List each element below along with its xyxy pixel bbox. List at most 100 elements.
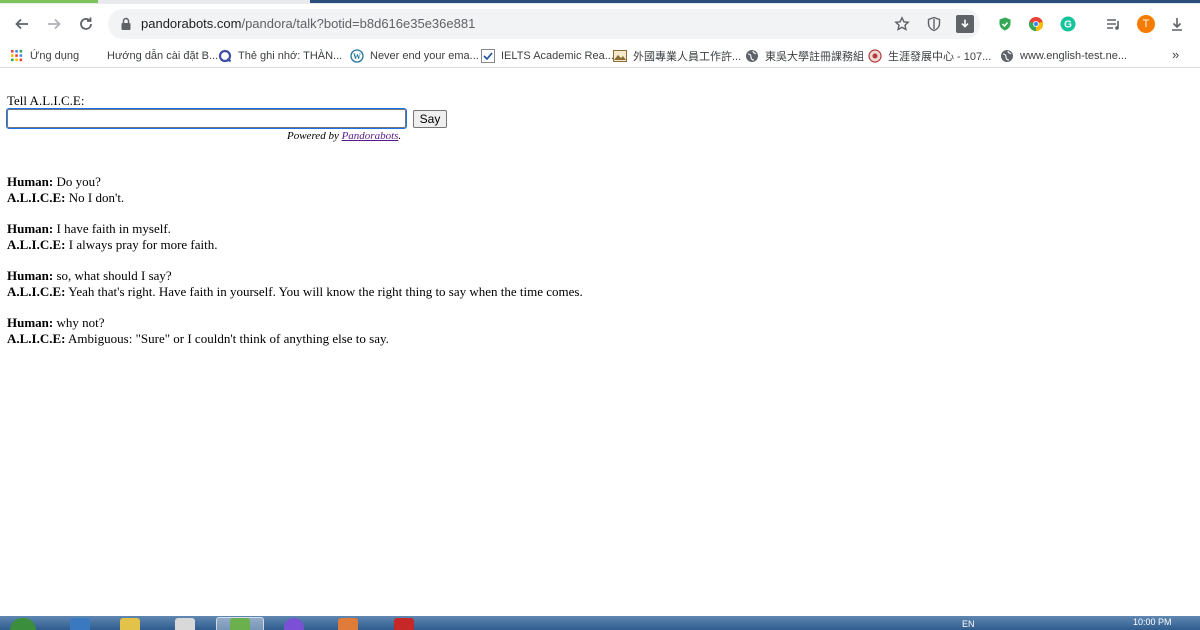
- media-queue-icon[interactable]: [1104, 15, 1122, 33]
- tab-accent-left: [0, 0, 98, 3]
- bookmark-label: 東吳大學註冊課務組: [765, 51, 864, 63]
- bookmark-star-icon[interactable]: [893, 15, 911, 33]
- taskbar-app-icon[interactable]: [175, 618, 195, 630]
- lock-icon: [121, 17, 131, 30]
- bot-message: A.L.I.C.E: Yeah that's right. Have faith…: [7, 284, 583, 300]
- arrow-right-icon: [48, 18, 61, 30]
- human-text: so, what should I say?: [53, 268, 172, 283]
- clock[interactable]: 10:00 PM: [1133, 617, 1172, 627]
- taskbar-app-icon[interactable]: [230, 618, 250, 630]
- bookmark-item[interactable]: IELTS Academic Rea...: [481, 47, 614, 65]
- page-content: Tell A.L.I.C.E: Say Powered by Pandorabo…: [0, 69, 1200, 616]
- url-text: pandorabots.com/pandora/talk?botid=b8d61…: [141, 16, 475, 31]
- exchange: Human: why not? A.L.I.C.E: Ambiguous: "S…: [7, 315, 583, 347]
- globe-icon: [745, 49, 759, 63]
- human-text: why not?: [53, 315, 105, 330]
- human-label: Human:: [7, 174, 54, 189]
- bot-label: A.L.I.C.E:: [7, 237, 66, 252]
- image-icon: [613, 49, 627, 63]
- apps-grid-icon: [10, 49, 24, 63]
- reload-icon: [80, 17, 92, 30]
- adblock-shield-icon[interactable]: [996, 15, 1014, 33]
- taskbar-app-icon[interactable]: [284, 618, 304, 630]
- powered-by: Powered by Pandorabots.: [287, 130, 401, 142]
- forward-button[interactable]: [40, 10, 68, 38]
- message-input[interactable]: [6, 108, 407, 129]
- bookmark-label: IELTS Academic Rea...: [501, 50, 614, 62]
- taskbar-folder-icon[interactable]: [120, 618, 140, 630]
- bot-text: I always pray for more faith.: [65, 237, 218, 252]
- bot-text: No I don't.: [65, 190, 125, 205]
- back-button[interactable]: [8, 10, 36, 38]
- bookmark-label: www.english-test.ne...: [1020, 50, 1127, 62]
- seal-icon: [868, 49, 882, 63]
- chrome-extension-icon[interactable]: [1027, 15, 1045, 33]
- human-message: Human: Do you?: [7, 174, 583, 190]
- tell-alice-label: Tell A.L.I.C.E:: [7, 93, 85, 108]
- bookmark-item[interactable]: Hướng dẫn cài đặt B...: [107, 47, 218, 65]
- browser-toolbar: pandorabots.com/pandora/talk?botid=b8d61…: [0, 4, 1200, 44]
- bookmark-item[interactable]: 外國專業人員工作許...: [613, 47, 741, 65]
- human-label: Human:: [7, 268, 54, 283]
- bookmark-apps[interactable]: Ứng dụng: [10, 47, 79, 65]
- bot-text: Yeah that's right. Have faith in yoursel…: [65, 284, 583, 299]
- svg-text:G: G: [1064, 20, 1072, 31]
- bookmark-label: Hướng dẫn cài đặt B...: [107, 50, 219, 62]
- powered-prefix: Powered by: [287, 130, 342, 142]
- bookmark-item[interactable]: Thẻ ghi nhớ: THÀN...: [218, 47, 342, 65]
- bookmark-item[interactable]: www.english-test.ne...: [1000, 47, 1127, 65]
- bot-label: A.L.I.C.E:: [7, 190, 66, 205]
- bookmark-item[interactable]: W Never end your ema...: [350, 47, 479, 65]
- bookmark-item[interactable]: 東吳大學註冊課務組: [745, 47, 864, 65]
- bookmark-label: 生涯發展中心 - 107...: [888, 51, 992, 63]
- bookmark-label: Ứng dụng: [30, 50, 80, 62]
- bot-message: A.L.I.C.E: Ambiguous: "Sure" or I couldn…: [7, 331, 583, 347]
- conversation-log: Human: Do you? A.L.I.C.E: No I don't. Hu…: [7, 174, 583, 362]
- pandorabots-link[interactable]: Pandorabots: [342, 130, 399, 142]
- bot-label: A.L.I.C.E:: [7, 284, 66, 299]
- url-path: /pandora/talk?botid=b8d616e35e36e881: [241, 16, 476, 31]
- url-host: pandorabots.com: [141, 16, 242, 31]
- download-extension-icon[interactable]: [956, 15, 974, 33]
- address-bar[interactable]: pandorabots.com/pandora/talk?botid=b8d61…: [108, 9, 980, 39]
- taskbar-app-icon[interactable]: [394, 618, 414, 630]
- bot-message: A.L.I.C.E: No I don't.: [7, 190, 583, 206]
- grammarly-icon[interactable]: G: [1059, 15, 1077, 33]
- globe-icon: [1000, 49, 1014, 63]
- download-icon[interactable]: [1168, 15, 1186, 33]
- say-button[interactable]: Say: [413, 110, 447, 128]
- bookmark-label: 外國專業人員工作許...: [633, 51, 742, 63]
- bot-message: A.L.I.C.E: I always pray for more faith.: [7, 237, 583, 253]
- svg-text:W: W: [353, 52, 361, 61]
- bookmark-label: Never end your ema...: [370, 50, 479, 62]
- human-label: Human:: [7, 221, 54, 236]
- wordpress-icon: W: [350, 49, 364, 63]
- powered-suffix: .: [398, 130, 402, 142]
- exchange: Human: I have faith in myself. A.L.I.C.E…: [7, 221, 583, 253]
- profile-avatar[interactable]: T: [1137, 15, 1155, 33]
- taskbar-app-icon[interactable]: [338, 618, 358, 630]
- human-text: Do you?: [53, 174, 101, 189]
- check-icon: [481, 49, 495, 63]
- tab-accent-mid: [310, 0, 1200, 3]
- exchange: Human: so, what should I say? A.L.I.C.E:…: [7, 268, 583, 300]
- language-indicator[interactable]: EN: [962, 619, 975, 629]
- bookmarks-bar: Ứng dụng Hướng dẫn cài đặt B... Thẻ ghi …: [0, 44, 1200, 68]
- bot-label: A.L.I.C.E:: [7, 331, 66, 346]
- human-message: Human: so, what should I say?: [7, 268, 583, 284]
- human-message: Human: why not?: [7, 315, 583, 331]
- shield-icon[interactable]: [925, 15, 943, 33]
- taskbar-app-icon[interactable]: [70, 618, 90, 630]
- human-label: Human:: [7, 315, 54, 330]
- bookmark-label: Thẻ ghi nhớ: THÀN...: [238, 50, 343, 62]
- quizlet-icon: [218, 49, 232, 63]
- human-text: I have faith in myself.: [53, 221, 171, 236]
- arrow-left-icon: [15, 18, 28, 30]
- reload-button[interactable]: [72, 10, 100, 38]
- human-message: Human: I have faith in myself.: [7, 221, 583, 237]
- chevron-double-right-icon[interactable]: »: [1172, 47, 1179, 62]
- taskbar: EN 10:00 PM: [0, 616, 1200, 630]
- start-button[interactable]: [10, 618, 36, 630]
- bot-text: Ambiguous: "Sure" or I couldn't think of…: [65, 331, 389, 346]
- bookmark-item[interactable]: 生涯發展中心 - 107...: [868, 47, 991, 65]
